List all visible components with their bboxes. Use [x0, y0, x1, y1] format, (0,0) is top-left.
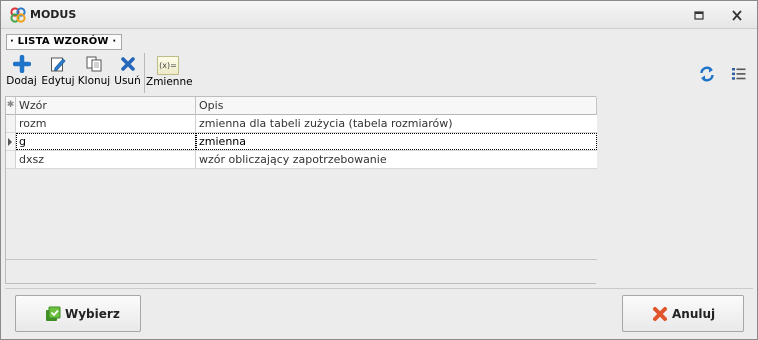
- dialog-button-bar: Wybierz Anuluj: [5, 288, 753, 336]
- cancel-button[interactable]: Anuluj: [622, 295, 744, 332]
- cell-opis[interactable]: zmienna: [196, 133, 597, 150]
- pencil-icon: [51, 57, 66, 72]
- copy-icon: [86, 56, 102, 72]
- delete-button-label: Usuń: [114, 75, 141, 87]
- variables-button-label: Zmienne: [146, 76, 193, 88]
- table-row[interactable]: rozm zmienna dla tabeli zużycia (tabela …: [6, 115, 597, 133]
- grid-empty-area: [6, 169, 597, 259]
- delete-button[interactable]: Usuń: [112, 53, 143, 93]
- row-indicator: [6, 133, 16, 150]
- row-indicator: [6, 115, 16, 132]
- select-button-label: Wybierz: [65, 307, 120, 321]
- table-row[interactable]: dxsz wzór obliczający zapotrzebowanie: [6, 151, 597, 169]
- plus-icon: [12, 55, 31, 73]
- cell-wzor[interactable]: rozm: [16, 115, 196, 132]
- add-button[interactable]: Dodaj: [5, 53, 38, 93]
- variables-icon: (x)=: [157, 56, 179, 75]
- delete-x-icon: [120, 57, 135, 71]
- clone-button-label: Klonuj: [77, 75, 111, 87]
- toolbar: Dodaj Edytuj Klonuj Usuń (x)= Zmienne: [5, 53, 245, 93]
- new-row-indicator-icon: ✱: [6, 97, 16, 115]
- column-header-wzor[interactable]: Wzór: [16, 97, 196, 115]
- grid-header: ✱ Wzór Opis: [6, 97, 597, 115]
- restore-window-icon[interactable]: [692, 9, 706, 22]
- cell-opis[interactable]: wzór obliczający zapotrzebowanie: [196, 151, 597, 168]
- column-list-icon[interactable]: [730, 65, 748, 83]
- close-window-icon[interactable]: [730, 9, 744, 22]
- select-icon: [46, 306, 61, 321]
- cancel-x-icon: [653, 307, 667, 321]
- cell-wzor[interactable]: dxsz: [16, 151, 196, 168]
- current-row-arrow-icon: [8, 138, 12, 146]
- row-indicator: [6, 151, 16, 168]
- app-logo-icon: [10, 7, 26, 23]
- cancel-button-label: Anuluj: [672, 307, 716, 321]
- grid-footer: [6, 259, 597, 283]
- column-header-opis[interactable]: Opis: [196, 97, 597, 115]
- select-button[interactable]: Wybierz: [15, 295, 141, 332]
- window-title: MODUS: [30, 8, 77, 21]
- add-button-label: Dodaj: [6, 75, 37, 87]
- toolbar-separator: [144, 53, 145, 93]
- edit-button[interactable]: Edytuj: [40, 53, 76, 93]
- modus-window: MODUS · LISTA WZORÓW · Dodaj Edytuj Klon…: [0, 0, 758, 340]
- table-row-selected[interactable]: g zmienna: [6, 133, 597, 151]
- refresh-icon[interactable]: [698, 65, 716, 83]
- edit-button-label: Edytuj: [41, 75, 75, 87]
- cell-opis[interactable]: zmienna dla tabeli zużycia (tabela rozmi…: [196, 115, 597, 132]
- cell-wzor[interactable]: g: [16, 133, 196, 150]
- title-bar: MODUS: [1, 1, 757, 29]
- formulas-grid: ✱ Wzór Opis rozm zmienna dla tabeli zuży…: [5, 96, 597, 284]
- variables-button[interactable]: (x)= Zmienne: [146, 53, 193, 93]
- group-tab-lista-wzorow[interactable]: · LISTA WZORÓW ·: [6, 34, 123, 50]
- clone-button[interactable]: Klonuj: [77, 53, 111, 93]
